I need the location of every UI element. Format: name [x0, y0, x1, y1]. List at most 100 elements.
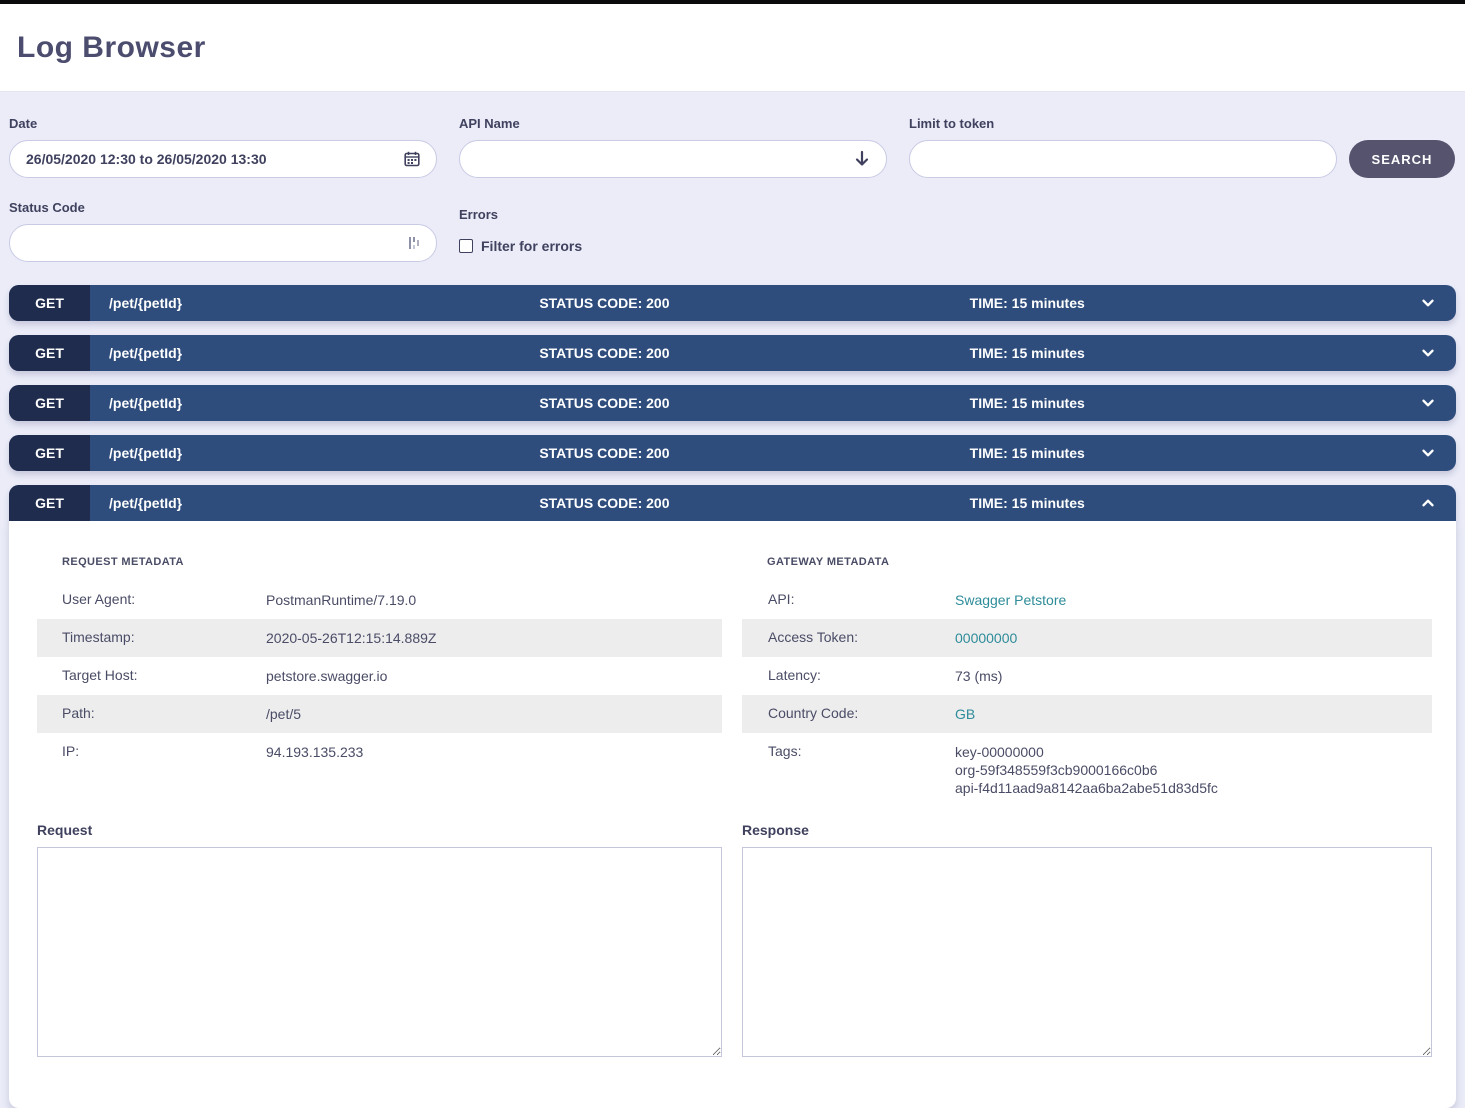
metadata-value-link[interactable]: Swagger Petstore — [955, 581, 1432, 619]
api-name-select[interactable] — [459, 140, 887, 178]
calendar-icon[interactable] — [404, 151, 420, 167]
response-body-label: Response — [742, 822, 1432, 838]
api-name-filter: API Name — [459, 116, 887, 178]
page-title: Log Browser — [17, 31, 206, 65]
log-rows-list: GET /pet/{petId} STATUS CODE: 200 TIME: … — [0, 262, 1465, 1108]
metadata-value: petstore.swagger.io — [266, 657, 722, 695]
log-row-path: /pet/{petId} — [90, 495, 539, 511]
gateway-metadata-table: API:Swagger PetstoreAccess Token:0000000… — [742, 581, 1432, 807]
date-label: Date — [9, 116, 437, 131]
metadata-row: Access Token:00000000 — [742, 619, 1432, 657]
metadata-value: 94.193.135.233 — [266, 733, 722, 771]
log-row[interactable]: GET /pet/{petId} STATUS CODE: 200 TIME: … — [9, 285, 1456, 321]
gateway-metadata-title: GATEWAY METADATA — [742, 521, 1432, 581]
date-filter: Date — [9, 116, 437, 178]
chevron-up-icon[interactable] — [1400, 494, 1456, 512]
metadata-label: Country Code: — [742, 695, 955, 731]
filters-section: Date API Name Limit to token SEA — [0, 92, 1465, 262]
method-badge: GET — [9, 435, 90, 471]
metadata-row: Path:/pet/5 — [37, 695, 722, 733]
metadata-value: /pet/5 — [266, 695, 722, 733]
metadata-label: Path: — [37, 695, 266, 731]
chevron-down-icon[interactable] — [1400, 344, 1456, 362]
date-input-wrapper[interactable] — [9, 140, 437, 178]
metadata-row: IP:94.193.135.233 — [37, 733, 722, 771]
request-metadata-table: User Agent:PostmanRuntime/7.19.0Timestam… — [37, 581, 722, 771]
log-row[interactable]: GET /pet/{petId} STATUS CODE: 200 TIME: … — [9, 335, 1456, 371]
log-row-status: STATUS CODE: 200 — [539, 445, 969, 461]
metadata-value: PostmanRuntime/7.19.0 — [266, 581, 722, 619]
status-code-input[interactable] — [26, 235, 400, 251]
metadata-label: API: — [742, 581, 955, 617]
chevron-down-icon[interactable] — [1400, 394, 1456, 412]
metadata-label: Latency: — [742, 657, 955, 693]
filter-for-errors-label[interactable]: Filter for errors — [481, 238, 582, 254]
metadata-label: Tags: — [742, 733, 955, 769]
log-row-status: STATUS CODE: 200 — [539, 295, 969, 311]
limit-to-token-label: Limit to token — [909, 116, 1337, 131]
search-button[interactable]: SEARCH — [1349, 140, 1455, 178]
log-row[interactable]: GET /pet/{petId} STATUS CODE: 200 TIME: … — [9, 485, 1456, 521]
log-row-status: STATUS CODE: 200 — [539, 395, 969, 411]
log-row-status: STATUS CODE: 200 — [539, 495, 969, 511]
metadata-value: key-00000000org-59f348559f3cb9000166c0b6… — [955, 733, 1432, 807]
metadata-row: API:Swagger Petstore — [742, 581, 1432, 619]
limit-to-token-input[interactable] — [926, 151, 1320, 167]
metadata-row: Timestamp:2020-05-26T12:15:14.889Z — [37, 619, 722, 657]
log-row-time: TIME: 15 minutes — [970, 395, 1400, 411]
metadata-value-link[interactable]: 00000000 — [955, 619, 1432, 657]
chevron-down-icon[interactable] — [1400, 294, 1456, 312]
response-body-textarea[interactable] — [742, 847, 1432, 1057]
log-row-status: STATUS CODE: 200 — [539, 345, 969, 361]
status-code-wrapper[interactable] — [9, 224, 437, 262]
request-body-section: Request — [37, 807, 722, 1062]
filter-for-errors-checkbox[interactable] — [459, 239, 473, 253]
response-body-section: Response — [742, 807, 1432, 1062]
log-row-time: TIME: 15 minutes — [970, 495, 1400, 511]
request-metadata-section: REQUEST METADATA User Agent:PostmanRunti… — [37, 521, 722, 807]
log-row-time: TIME: 15 minutes — [970, 345, 1400, 361]
page-header: Log Browser — [0, 4, 1465, 92]
log-row[interactable]: GET /pet/{petId} STATUS CODE: 200 TIME: … — [9, 385, 1456, 421]
metadata-row: Target Host:petstore.swagger.io — [37, 657, 722, 695]
metadata-label: IP: — [37, 733, 266, 769]
request-metadata-title: REQUEST METADATA — [37, 521, 722, 581]
gateway-metadata-section: GATEWAY METADATA API:Swagger PetstoreAcc… — [742, 521, 1432, 807]
metadata-value: 73 (ms) — [955, 657, 1432, 695]
request-body-textarea[interactable] — [37, 847, 722, 1057]
api-name-label: API Name — [459, 116, 887, 131]
log-row-path: /pet/{petId} — [90, 445, 539, 461]
status-code-label: Status Code — [9, 200, 437, 215]
limit-to-token-wrapper[interactable] — [909, 140, 1337, 178]
metadata-label: User Agent: — [37, 581, 266, 617]
request-body-label: Request — [37, 822, 722, 838]
metadata-row: User Agent:PostmanRuntime/7.19.0 — [37, 581, 722, 619]
chevron-down-icon[interactable] — [1400, 444, 1456, 462]
log-row-path: /pet/{petId} — [90, 295, 539, 311]
metadata-label: Timestamp: — [37, 619, 266, 655]
log-row[interactable]: GET /pet/{petId} STATUS CODE: 200 TIME: … — [9, 435, 1456, 471]
levels-icon — [408, 235, 420, 251]
method-badge: GET — [9, 385, 90, 421]
limit-to-token-filter: Limit to token — [909, 116, 1337, 178]
log-detail-panel: REQUEST METADATA User Agent:PostmanRunti… — [9, 521, 1456, 1108]
metadata-row: Country Code:GB — [742, 695, 1432, 733]
metadata-label: Access Token: — [742, 619, 955, 655]
date-input[interactable] — [26, 151, 396, 167]
method-badge: GET — [9, 285, 90, 321]
log-row-path: /pet/{petId} — [90, 395, 539, 411]
log-row-path: /pet/{petId} — [90, 345, 539, 361]
api-name-input[interactable] — [476, 151, 846, 167]
errors-label: Errors — [459, 207, 887, 222]
status-code-filter: Status Code — [9, 200, 437, 262]
errors-filter: Errors Filter for errors — [459, 207, 887, 262]
metadata-label: Target Host: — [37, 657, 266, 693]
method-badge: GET — [9, 485, 90, 521]
log-row-time: TIME: 15 minutes — [970, 295, 1400, 311]
metadata-row: Tags:key-00000000org-59f348559f3cb900016… — [742, 733, 1432, 807]
method-badge: GET — [9, 335, 90, 371]
arrow-down-icon[interactable] — [854, 150, 870, 168]
metadata-value-link[interactable]: GB — [955, 695, 1432, 733]
log-row-time: TIME: 15 minutes — [970, 445, 1400, 461]
metadata-value: 2020-05-26T12:15:14.889Z — [266, 619, 722, 657]
